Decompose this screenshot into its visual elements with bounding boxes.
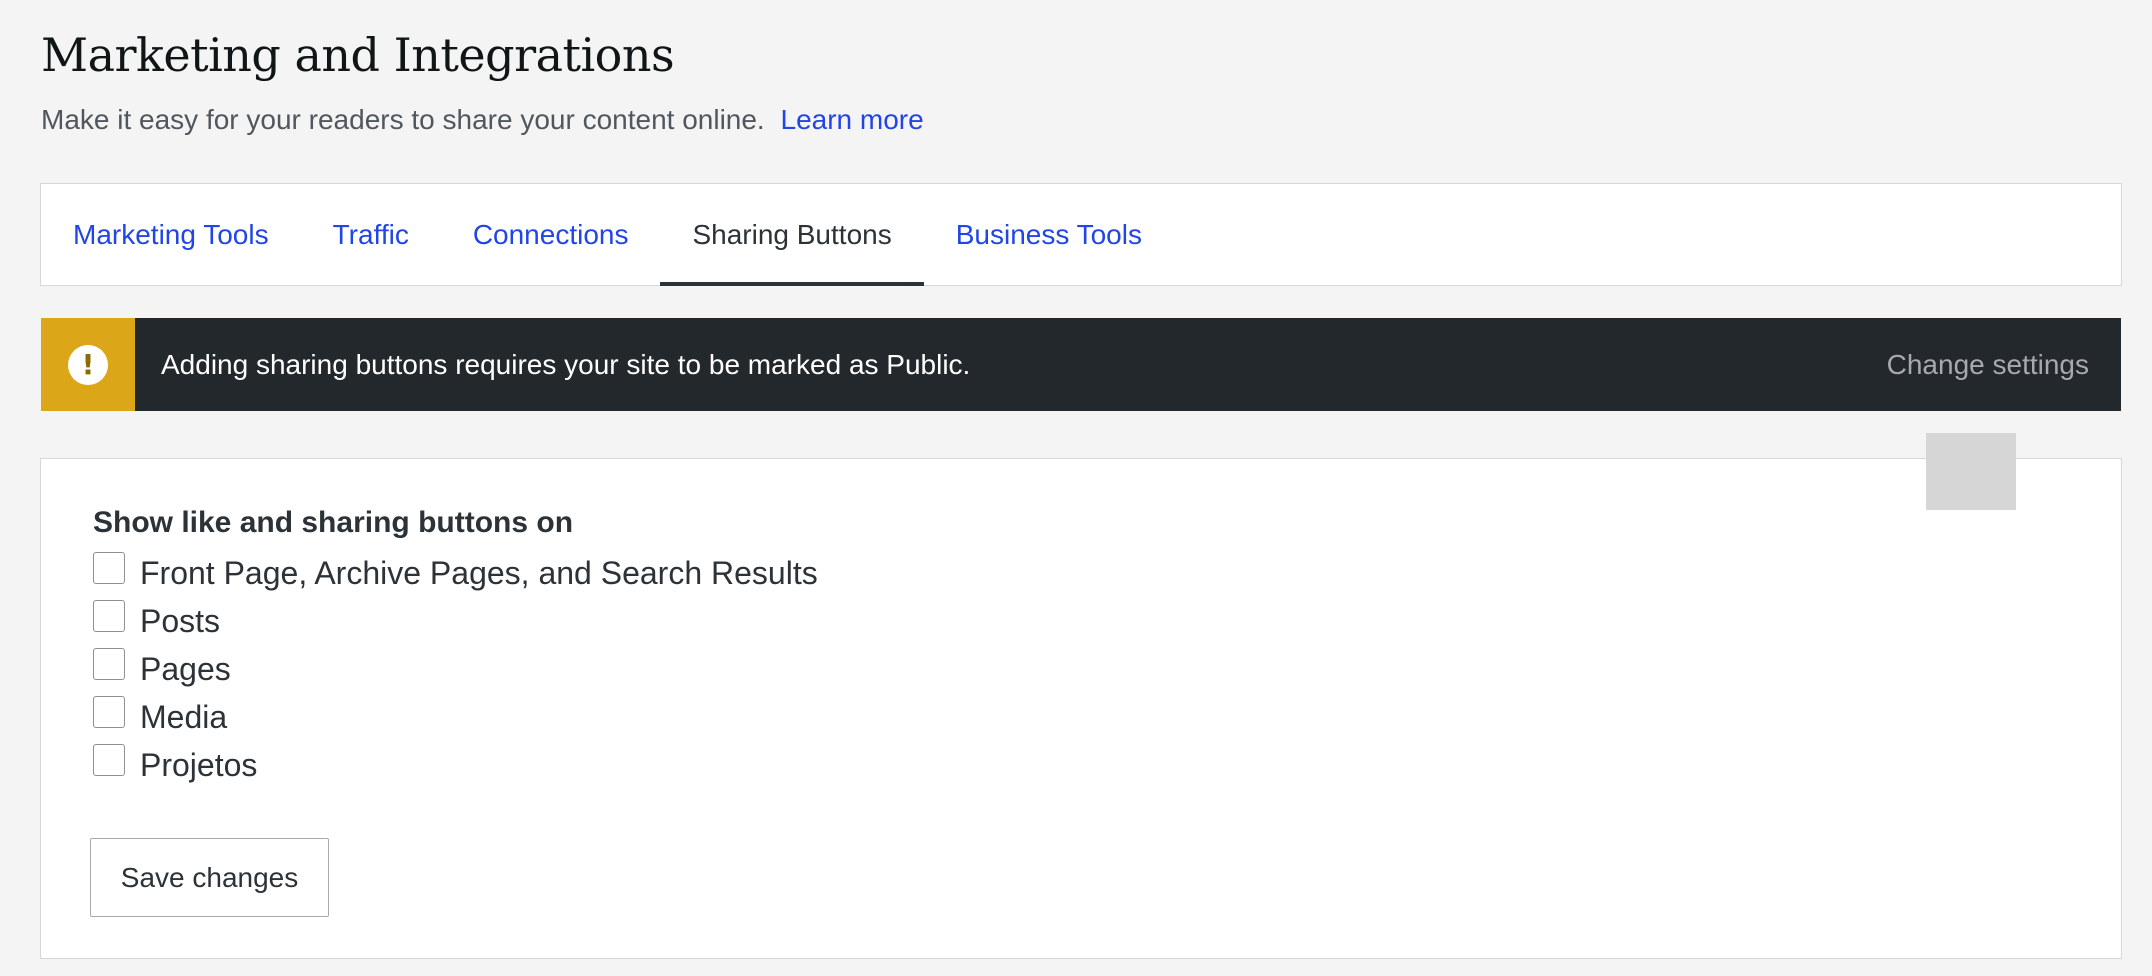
subtitle-text: Make it easy for your readers to share y… — [41, 104, 765, 135]
option-posts[interactable]: Posts — [93, 599, 221, 640]
tab-business-tools[interactable]: Business Tools — [924, 184, 1174, 285]
option-label: Projetos — [140, 747, 258, 783]
tab-connections[interactable]: Connections — [441, 184, 661, 285]
learn-more-link[interactable]: Learn more — [781, 104, 924, 135]
placeholder-box — [1926, 433, 2016, 510]
tab-marketing-tools[interactable]: Marketing Tools — [73, 184, 301, 285]
notice-message: Adding sharing buttons requires your sit… — [161, 348, 971, 380]
option-label: Pages — [140, 651, 231, 687]
media-checkbox[interactable] — [93, 695, 125, 728]
page: Marketing and Integrations Make it easy … — [0, 0, 2152, 976]
change-settings-link[interactable]: Change settings — [1887, 349, 2089, 381]
tab-traffic[interactable]: Traffic — [301, 184, 441, 285]
option-label: Front Page, Archive Pages, and Search Re… — [140, 555, 818, 591]
sharing-settings-card: Show like and sharing buttons on Front P… — [40, 458, 2122, 959]
option-pages[interactable]: Pages — [93, 647, 231, 688]
page-subtitle: Make it easy for your readers to share y… — [41, 104, 924, 136]
option-media[interactable]: Media — [93, 695, 228, 736]
posts-checkbox[interactable] — [93, 599, 125, 632]
option-label: Media — [140, 699, 228, 735]
option-front-page[interactable]: Front Page, Archive Pages, and Search Re… — [93, 551, 818, 592]
section-tabs: Marketing Tools Traffic Connections Shar… — [40, 183, 2122, 286]
page-title: Marketing and Integrations — [41, 28, 675, 82]
exclamation-icon: ! — [68, 344, 108, 385]
tab-sharing-buttons[interactable]: Sharing Buttons — [660, 184, 924, 286]
sharing-settings-heading: Show like and sharing buttons on — [93, 506, 574, 539]
option-label: Posts — [140, 603, 221, 639]
pages-checkbox[interactable] — [93, 647, 125, 680]
notice-icon-container: ! — [41, 318, 135, 411]
projetos-checkbox[interactable] — [93, 743, 125, 776]
front-page-checkbox[interactable] — [93, 551, 125, 584]
save-changes-button[interactable]: Save changes — [90, 838, 329, 917]
option-projetos[interactable]: Projetos — [93, 743, 258, 784]
public-site-notice: ! Adding sharing buttons requires your s… — [41, 318, 2121, 411]
